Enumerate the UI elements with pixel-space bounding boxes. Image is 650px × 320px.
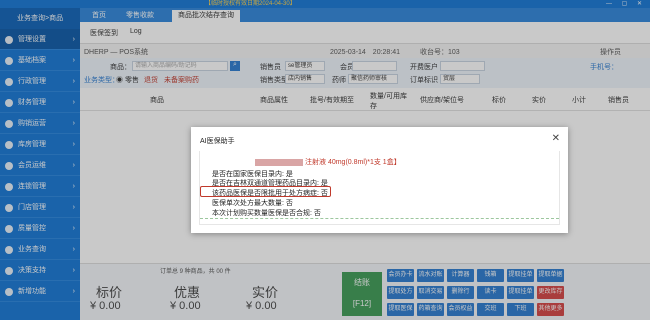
check-line-4: 医保单次处方最大数量: 否 <box>212 200 293 207</box>
redacted-text <box>255 158 303 166</box>
highlight-box <box>200 186 331 197</box>
divider <box>200 218 559 219</box>
product-name: 注射液 40mg(0.8ml)*1支 1盒】 <box>255 157 401 167</box>
check-line-5: 本次计划购买数量医保是否合规: 否 <box>212 210 321 217</box>
ai-insurance-dialog: AI医保助手 ✕ 注射液 40mg(0.8ml)*1支 1盒】 是否在国家医保目… <box>191 127 568 233</box>
dialog-title: AI医保助手 <box>200 138 235 145</box>
close-icon[interactable]: ✕ <box>552 133 560 144</box>
